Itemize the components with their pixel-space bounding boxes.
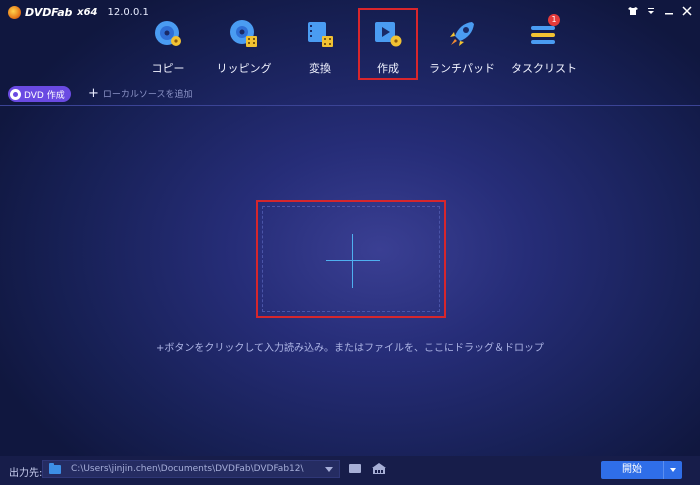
nav-item-converter[interactable]: 変換 xyxy=(282,8,358,80)
nav-label: コピー xyxy=(151,62,185,75)
minimize-icon[interactable] xyxy=(664,6,674,16)
add-plus-icon xyxy=(326,260,380,261)
nav-item-copy[interactable]: コピー xyxy=(130,8,206,80)
add-plus-icon-vertical xyxy=(352,234,353,288)
toolbar: DVD 作成 + ローカルソースを追加 xyxy=(0,86,700,104)
nav-label: 作成 xyxy=(377,62,399,75)
app-window: DVDFab x64 12.0.0.1 コピー リッピング 変換 作成 ランチパ… xyxy=(0,0,700,485)
start-options-dropdown-icon[interactable] xyxy=(663,461,682,479)
window-controls xyxy=(628,6,692,16)
nav-label: タスクリスト xyxy=(511,62,577,75)
top-bar: DVDFab x64 12.0.0.1 コピー リッピング 変換 作成 ランチパ… xyxy=(0,0,700,92)
dvdfab-logo-icon xyxy=(8,6,21,19)
start-label[interactable]: 開始 xyxy=(601,461,663,479)
add-local-label: ローカルソースを追加 xyxy=(102,90,193,100)
close-icon[interactable] xyxy=(682,6,692,16)
nav-label: 変換 xyxy=(309,62,331,75)
open-folder-icon[interactable] xyxy=(349,464,361,473)
output-path: C:\Users\jinjin.chen\Documents\DVDFab\DV… xyxy=(71,464,304,474)
creator-icon xyxy=(375,22,402,47)
divider xyxy=(0,105,700,106)
brand-name: DVDFab xyxy=(25,6,73,19)
output-path-field[interactable]: C:\Users\jinjin.chen\Documents\DVDFab\DV… xyxy=(42,460,340,478)
task-count-badge: 1 xyxy=(548,14,560,26)
output-label: 出力先: xyxy=(9,468,43,479)
drop-hint-text: +ボタンをクリックして入力読み込み。またはファイルを、ここにドラッグ＆ドロップ xyxy=(155,343,545,354)
nav-item-launchpad[interactable]: ランチパッド xyxy=(418,8,506,80)
skin-icon[interactable] xyxy=(628,6,638,16)
brand-arch: x64 xyxy=(77,7,98,18)
dropzone-dashed-border xyxy=(262,206,440,312)
chevron-down-icon[interactable] xyxy=(325,466,333,472)
ripper-icon xyxy=(230,20,257,47)
start-button[interactable]: 開始 xyxy=(601,461,682,479)
footer-bar: 出力先: C:\Users\jinjin.chen\Documents\DVDF… xyxy=(0,456,700,485)
nav-item-task-list[interactable]: 1 タスクリスト xyxy=(506,8,582,80)
add-source-dropzone[interactable] xyxy=(256,200,446,318)
plus-icon: + xyxy=(88,86,99,101)
add-local-source-button[interactable]: + ローカルソースを追加 xyxy=(88,87,192,100)
launchpad-rocket-icon xyxy=(450,22,474,46)
folder-icon xyxy=(49,462,61,474)
converter-icon xyxy=(308,22,333,47)
dvd-create-button[interactable]: DVD 作成 xyxy=(8,86,71,102)
nav-label: ランチパッド xyxy=(429,62,495,75)
disc-icon xyxy=(10,88,21,100)
brand: DVDFab x64 12.0.0.1 xyxy=(8,6,149,19)
nav-label: リッピング xyxy=(216,62,272,75)
module-nav: コピー リッピング 変換 作成 ランチパッド 1 タスクリスト xyxy=(130,8,582,80)
nav-item-creator[interactable]: 作成 xyxy=(358,8,418,80)
nav-item-ripper[interactable]: リッピング xyxy=(206,8,282,80)
iso-icon[interactable] xyxy=(371,462,387,475)
menu-icon[interactable] xyxy=(646,6,656,16)
dvd-create-label: DVD 作成 xyxy=(24,90,65,101)
copy-disc-icon xyxy=(155,21,181,46)
